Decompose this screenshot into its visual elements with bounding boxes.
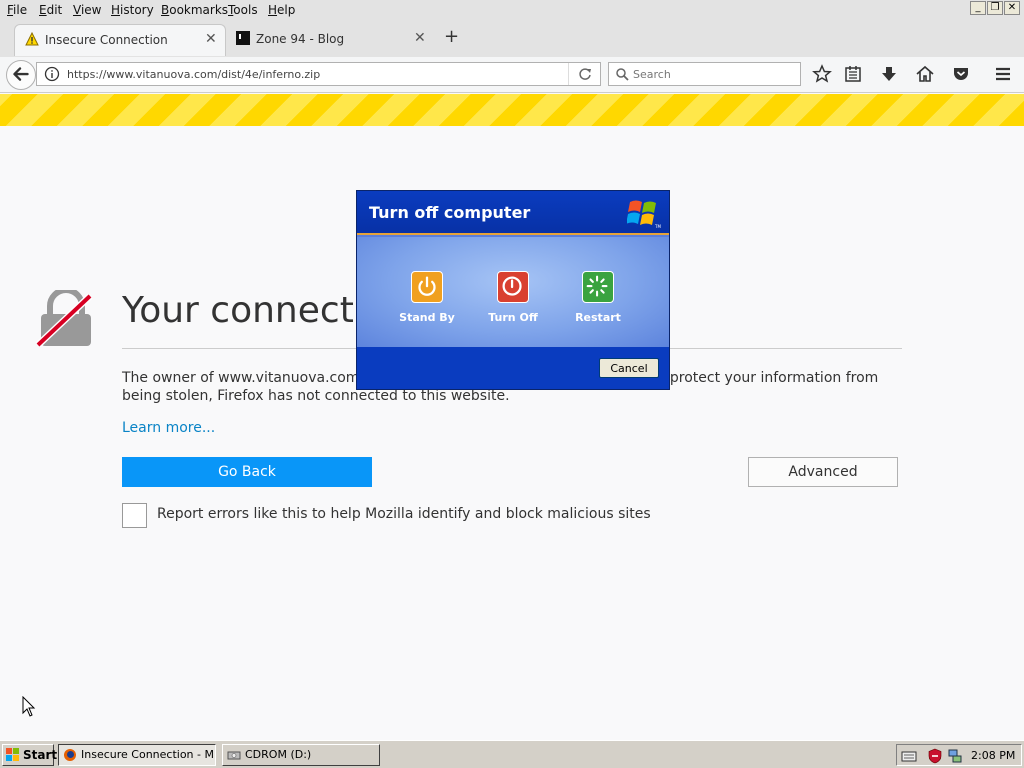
- menu-view[interactable]: View: [73, 3, 101, 17]
- tab-zone-94-blog[interactable]: Zone 94 - Blog ✕: [226, 24, 436, 56]
- windows-flag-icon: [6, 748, 19, 761]
- advanced-button[interactable]: Advanced: [748, 457, 898, 487]
- taskbar-item-label: Insecure Connection - M...: [81, 748, 216, 761]
- reload-icon[interactable]: [578, 67, 592, 81]
- url-divider: [568, 63, 569, 85]
- bookmarks-list-icon[interactable]: [843, 64, 863, 84]
- back-arrow-icon: [13, 67, 29, 81]
- pocket-icon[interactable]: [951, 64, 971, 84]
- site-favicon-icon: [236, 31, 250, 45]
- warning-icon: [25, 32, 39, 46]
- network-icon[interactable]: [947, 748, 963, 764]
- info-icon[interactable]: [44, 66, 60, 82]
- power-icon: [502, 276, 522, 296]
- restart-button[interactable]: [582, 271, 614, 303]
- keyboard-icon[interactable]: [901, 748, 917, 764]
- tab-label: Zone 94 - Blog: [256, 32, 345, 46]
- taskbar-item-cdrom[interactable]: CDROM (D:): [222, 744, 380, 766]
- stand-by-icon: [418, 276, 436, 296]
- start-label: Start: [23, 748, 58, 762]
- bookmark-star-icon[interactable]: [812, 64, 832, 84]
- menu-help[interactable]: Help: [268, 3, 295, 17]
- taskbar-item-label: CDROM (D:): [245, 748, 312, 761]
- dialog-title: Turn off computer: [369, 203, 531, 222]
- turn-off-button[interactable]: [497, 271, 529, 303]
- report-errors-label: Report errors like this to help Mozilla …: [157, 506, 651, 522]
- tab-label: Insecure Connection: [45, 33, 168, 47]
- learn-more-link[interactable]: Learn more...: [122, 420, 215, 436]
- close-window-button[interactable]: ✕: [1004, 1, 1020, 15]
- tab-close-icon[interactable]: ✕: [414, 30, 426, 46]
- minimize-button[interactable]: _: [970, 1, 986, 15]
- search-bar[interactable]: Search: [608, 62, 801, 86]
- search-placeholder: Search: [633, 68, 671, 81]
- search-icon: [616, 68, 629, 81]
- restart-icon: [586, 275, 608, 297]
- menu-history[interactable]: History: [111, 3, 154, 17]
- mouse-cursor-icon: [22, 696, 36, 717]
- new-tab-button[interactable]: +: [444, 26, 459, 47]
- go-back-button[interactable]: Go Back: [122, 457, 372, 487]
- navigation-toolbar: https://www.vitanuova.com/dist/4e/infern…: [0, 57, 1024, 93]
- turn-off-dialog: Turn off computer TM Stand By Turn Off R…: [356, 190, 670, 390]
- clock: 2:08 PM: [971, 749, 1016, 762]
- system-tray: 2:08 PM: [896, 744, 1022, 766]
- tab-close-icon[interactable]: ✕: [205, 31, 217, 47]
- taskbar: Start Insecure Connection - M... CDROM (…: [0, 740, 1024, 768]
- start-button[interactable]: Start: [2, 744, 58, 766]
- trademark-mark: TM: [654, 224, 661, 229]
- menu-bar: File Edit View History Bookmarks Tools H…: [0, 0, 1024, 20]
- stand-by-label: Stand By: [399, 311, 455, 324]
- cancel-button[interactable]: Cancel: [599, 358, 659, 378]
- windows-logo-icon: TM: [627, 200, 661, 229]
- cdrom-drive-icon: [227, 751, 241, 760]
- taskbar-item-firefox[interactable]: Insecure Connection - M...: [58, 744, 216, 766]
- url-bar[interactable]: https://www.vitanuova.com/dist/4e/infern…: [36, 62, 601, 86]
- tab-insecure-connection[interactable]: Insecure Connection ✕: [14, 24, 226, 56]
- broken-lock-icon: [36, 290, 93, 348]
- warning-stripe: [0, 94, 1024, 126]
- menu-edit[interactable]: Edit: [39, 3, 62, 17]
- url-text: https://www.vitanuova.com/dist/4e/infern…: [67, 68, 321, 81]
- restore-button[interactable]: ❐: [987, 1, 1003, 15]
- stand-by-button[interactable]: [411, 271, 443, 303]
- tab-strip: Insecure Connection ✕ Zone 94 - Blog ✕ +: [0, 20, 1024, 57]
- firefox-icon: [64, 749, 76, 761]
- report-errors-checkbox[interactable]: [122, 503, 147, 528]
- menu-file[interactable]: File: [7, 3, 27, 17]
- menu-bookmarks[interactable]: Bookmarks: [161, 3, 228, 17]
- restart-label: Restart: [575, 311, 621, 324]
- download-icon[interactable]: [879, 64, 899, 84]
- dialog-header: Turn off computer TM: [357, 191, 669, 235]
- menu-tools[interactable]: Tools: [228, 3, 258, 17]
- security-shield-icon[interactable]: [927, 748, 943, 764]
- turn-off-label: Turn Off: [488, 311, 538, 324]
- home-icon[interactable]: [915, 64, 935, 84]
- back-button[interactable]: [6, 60, 36, 90]
- hamburger-menu-icon[interactable]: [993, 64, 1013, 84]
